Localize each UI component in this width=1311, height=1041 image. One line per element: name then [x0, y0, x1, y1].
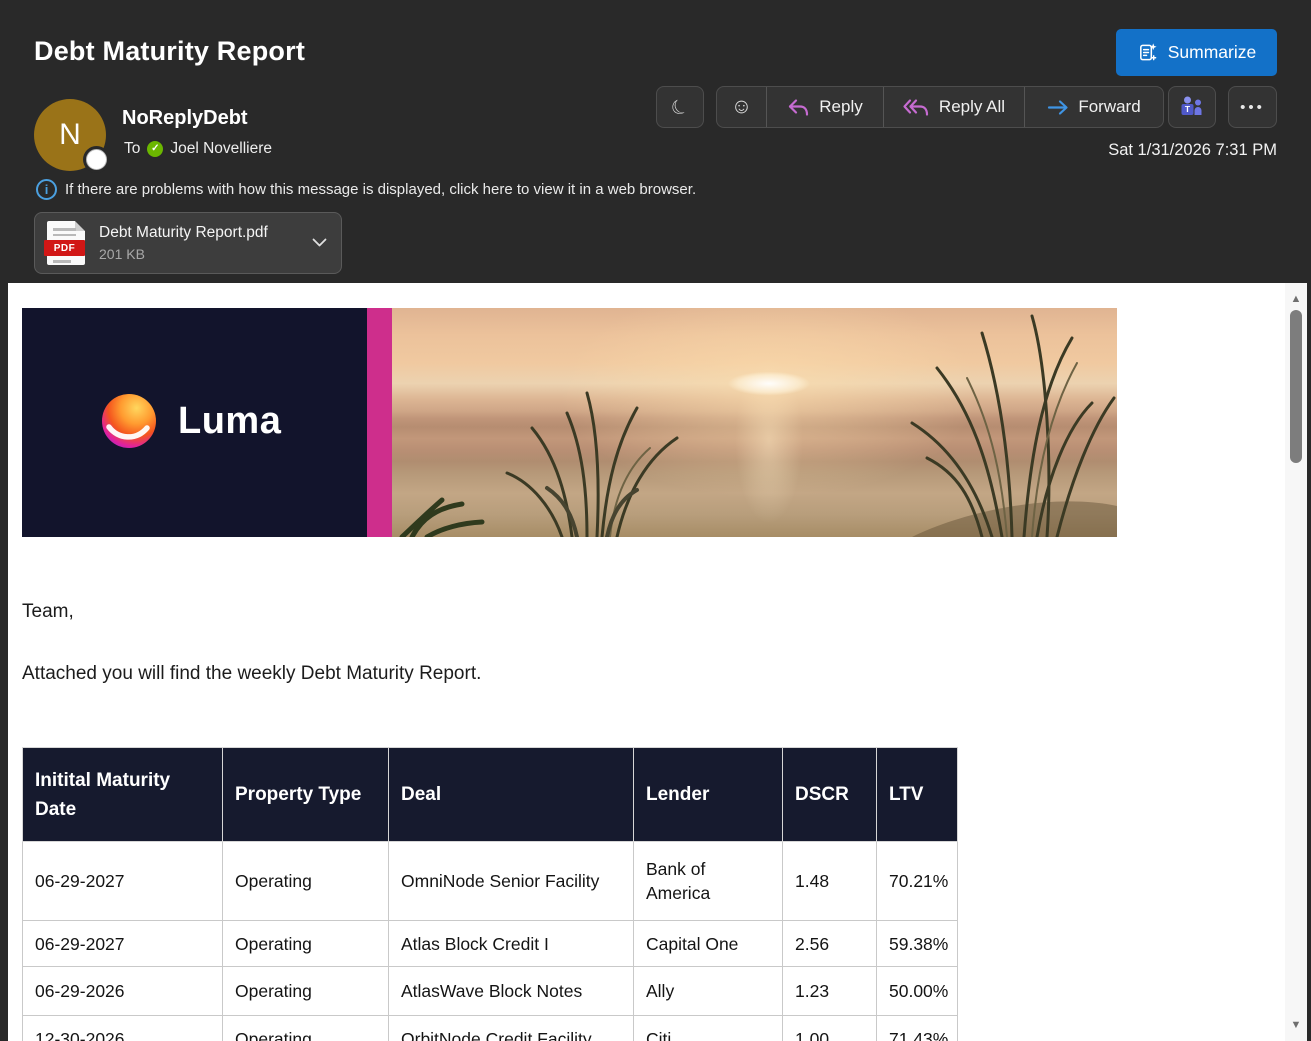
table-cell: 12-30-2026	[23, 1016, 223, 1041]
banner-accent-stripe	[367, 308, 392, 537]
sender-presence-badge	[86, 149, 107, 170]
luma-logo-icon	[100, 392, 158, 450]
table-header-row: Initital Maturity DateProperty TypeDealL…	[23, 748, 958, 842]
sent-datetime: Sat 1/31/2026 7:31 PM	[1108, 141, 1277, 160]
table-cell: 70.21%	[877, 842, 958, 921]
table-cell: 06-29-2027	[23, 921, 223, 967]
pdf-file-icon: PDF	[47, 221, 85, 265]
table-cell: OrbitNode Credit Facility	[389, 1016, 634, 1041]
svg-text:T: T	[1185, 104, 1191, 114]
reply-all-label: Reply All	[939, 97, 1005, 117]
table-header-cell: Initital Maturity Date	[23, 748, 223, 842]
table-header-cell: Property Type	[223, 748, 389, 842]
reply-arrow-icon	[787, 98, 810, 117]
summarize-label: Summarize	[1168, 42, 1257, 63]
message-subject: Debt Maturity Report	[34, 36, 305, 67]
pdf-badge: PDF	[44, 240, 85, 256]
vertical-scrollbar[interactable]: ▲ ▼	[1285, 283, 1307, 1041]
table-cell: Capital One	[634, 921, 783, 967]
banner-brand-panel: Luma	[22, 308, 367, 537]
moon-icon: ☾	[666, 92, 694, 122]
table-cell: 06-29-2026	[23, 967, 223, 1016]
share-to-teams-button[interactable]: T	[1168, 86, 1216, 128]
beach-grass-graphic	[392, 308, 1117, 537]
summarize-button[interactable]: Summarize	[1116, 29, 1277, 76]
recipient-presence-icon: ✓	[147, 141, 163, 157]
table-cell: 1.00	[783, 1016, 877, 1041]
attachment-chevron-down-icon[interactable]	[312, 238, 327, 248]
banner-beach-photo	[392, 308, 1117, 537]
table-cell: Bank of America	[634, 842, 783, 921]
table-cell: 2.56	[783, 921, 877, 967]
table-cell: AtlasWave Block Notes	[389, 967, 634, 1016]
reply-all-button[interactable]: Reply All	[884, 87, 1025, 127]
table-row: 06-29-2027OperatingOmniNode Senior Facil…	[23, 842, 958, 921]
table-cell: OmniNode Senior Facility	[389, 842, 634, 921]
teams-icon: T	[1179, 95, 1205, 119]
reply-button[interactable]: Reply	[767, 87, 884, 127]
table-cell: Atlas Block Credit I	[389, 921, 634, 967]
forward-button[interactable]: Forward	[1025, 87, 1163, 127]
table-header-cell: Lender	[634, 748, 783, 842]
table-cell: 59.38%	[877, 921, 958, 967]
table-cell: 71.43%	[877, 1016, 958, 1041]
sender-avatar-initial: N	[59, 118, 81, 152]
table-row: 06-29-2027OperatingAtlas Block Credit IC…	[23, 921, 958, 967]
ellipsis-icon: •••	[1240, 99, 1265, 116]
table-header-cell: DSCR	[783, 748, 877, 842]
table-header-cell: LTV	[877, 748, 958, 842]
scrollbar-thumb[interactable]	[1290, 310, 1302, 463]
table-cell: Ally	[634, 967, 783, 1016]
attachment-filename: Debt Maturity Report.pdf	[99, 224, 268, 242]
table-cell: 06-29-2027	[23, 842, 223, 921]
attachment-meta: Debt Maturity Report.pdf 201 KB	[99, 224, 268, 262]
recipient-row: To ✓ Joel Novelliere	[124, 140, 272, 158]
table-row: 06-29-2026OperatingAtlasWave Block Notes…	[23, 967, 958, 1016]
scroll-down-arrow[interactable]: ▼	[1285, 1016, 1307, 1034]
table-row: 12-30-2026OperatingOrbitNode Credit Faci…	[23, 1016, 958, 1041]
smiley-icon: ☺	[731, 95, 752, 119]
table-cell: Citi	[634, 1016, 783, 1041]
snooze-button[interactable]: ☾	[656, 86, 704, 128]
to-label: To	[124, 140, 140, 158]
brand-name: Luma	[178, 400, 281, 443]
email-banner-image: Luma	[22, 308, 1117, 537]
display-problem-text[interactable]: If there are problems with how this mess…	[65, 181, 696, 198]
forward-arrow-icon	[1047, 98, 1069, 117]
respond-button-group: ☺ Reply Reply All Forwa	[716, 86, 1164, 128]
mail-reading-pane-window: Debt Maturity Report Summarize N NoReply…	[0, 0, 1311, 1041]
table-cell: 1.48	[783, 842, 877, 921]
recipient-name[interactable]: Joel Novelliere	[170, 140, 272, 158]
forward-label: Forward	[1078, 97, 1140, 117]
email-body-pane: Luma	[8, 283, 1307, 1041]
summarize-doc-sparkle-icon	[1137, 42, 1158, 63]
reactions-button[interactable]: ☺	[717, 87, 767, 127]
display-problem-banner: i If there are problems with how this me…	[36, 179, 696, 200]
table-body: 06-29-2027OperatingOmniNode Senior Facil…	[23, 842, 958, 1041]
sender-name[interactable]: NoReplyDebt	[122, 107, 248, 130]
email-intro: Attached you will find the weekly Debt M…	[22, 663, 481, 685]
table-cell: 1.23	[783, 967, 877, 1016]
table-cell: Operating	[223, 842, 389, 921]
table-cell: Operating	[223, 1016, 389, 1041]
scroll-up-arrow[interactable]: ▲	[1285, 290, 1307, 308]
email-greeting: Team,	[22, 601, 74, 623]
reply-label: Reply	[819, 97, 862, 117]
table-cell: Operating	[223, 921, 389, 967]
debt-maturity-table: Initital Maturity DateProperty TypeDealL…	[22, 747, 958, 1041]
info-icon: i	[36, 179, 57, 200]
table-header-cell: Deal	[389, 748, 634, 842]
table-cell: Operating	[223, 967, 389, 1016]
table-cell: 50.00%	[877, 967, 958, 1016]
attachment-card[interactable]: PDF Debt Maturity Report.pdf 201 KB	[34, 212, 342, 274]
more-actions-button[interactable]: •••	[1228, 86, 1277, 128]
reply-all-arrow-icon	[903, 98, 930, 117]
attachment-filesize: 201 KB	[99, 246, 268, 262]
